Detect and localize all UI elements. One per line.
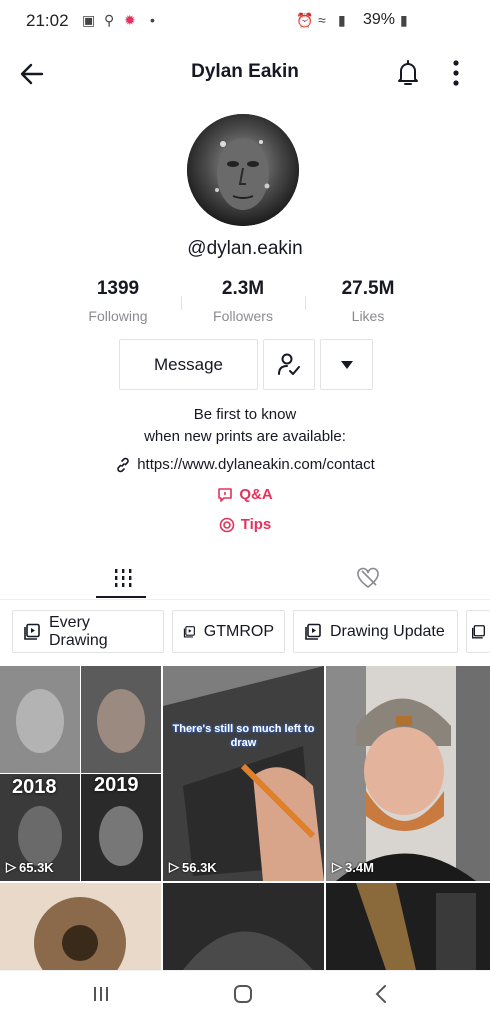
playlist-icon xyxy=(183,625,195,638)
location-icon: ⚲ xyxy=(104,12,115,28)
video-thumbnail[interactable]: There's still so much left to draw ▷ 56.3… xyxy=(163,666,324,881)
bio-line: Be first to know xyxy=(193,406,297,423)
suggested-accounts-button[interactable] xyxy=(320,339,373,390)
signal-icon: ▮ xyxy=(338,12,346,28)
active-tab-indicator xyxy=(96,596,146,598)
alarm-icon: ⏰ xyxy=(296,12,314,28)
followers-stat[interactable]: 2.3M Followers xyxy=(173,278,313,324)
view-count: ▷ 56.3K xyxy=(169,859,217,875)
playlist-chip[interactable] xyxy=(466,610,490,653)
play-icon: ▷ xyxy=(169,859,179,874)
following-stat[interactable]: 1399 Following xyxy=(48,278,188,324)
video-caption-overlay: There's still so much left to draw xyxy=(172,723,315,749)
tab-videos[interactable] xyxy=(0,556,245,600)
profile-handle: @dylan.eakin xyxy=(187,238,303,259)
year-label: 2019 xyxy=(94,774,139,796)
dot-icon: • xyxy=(150,12,155,28)
chevron-left-icon xyxy=(375,985,386,1003)
hidden-heart-icon xyxy=(356,567,379,589)
bio-link-text: https://www.dylaneakin.com/contact xyxy=(137,456,375,473)
avatar-image xyxy=(187,114,299,226)
video-thumbnail-image xyxy=(326,883,490,970)
user-check-icon xyxy=(278,353,300,375)
link-icon xyxy=(117,457,129,472)
avatar[interactable] xyxy=(187,114,299,226)
playlist-icon xyxy=(24,623,40,640)
playlist-icon xyxy=(305,623,321,640)
video-thumbnail[interactable] xyxy=(163,883,324,970)
followers-count: 2.3M xyxy=(221,278,265,299)
home-icon xyxy=(234,985,252,1003)
gallery-icon: ▣ xyxy=(82,12,96,28)
video-thumbnail[interactable]: 2018 2019 ▷ 65.3K xyxy=(0,666,161,881)
battery-level: 39% xyxy=(363,11,396,28)
status-time: 21:02 xyxy=(26,11,69,30)
qa-label: Q&A xyxy=(239,486,273,503)
notification-bell-button[interactable] xyxy=(394,58,422,90)
tips-label: Tips xyxy=(240,516,272,533)
system-navigation-bar xyxy=(0,970,490,1017)
home-button[interactable] xyxy=(228,979,258,1009)
following-count: 1399 xyxy=(96,278,140,299)
playlist-chip[interactable]: Drawing Update xyxy=(293,610,458,653)
following-status-button[interactable] xyxy=(263,339,315,390)
wifi-icon: ≈ xyxy=(318,12,326,28)
message-button[interactable]: Message xyxy=(119,339,258,390)
view-count: ▷ 65.3K xyxy=(6,859,54,875)
video-thumbnail-image xyxy=(163,666,324,881)
bell-icon xyxy=(398,60,418,85)
video-thumbnail-image xyxy=(163,883,324,970)
status-bar: 21:02 ▣ ⚲ ✹ • ⏰ ≈ ▮ 39% ▮ xyxy=(0,0,490,44)
video-thumbnail-image xyxy=(326,666,490,881)
qa-icon xyxy=(218,487,233,502)
bio-link[interactable]: https://www.dylaneakin.com/contact xyxy=(0,456,490,473)
caret-down-icon xyxy=(340,360,353,369)
qa-link[interactable]: Q&A xyxy=(0,486,490,503)
grid-icon xyxy=(114,569,131,587)
likes-count: 27.5M xyxy=(341,278,395,299)
bio-line: when new prints are available: xyxy=(144,428,346,445)
tips-icon xyxy=(219,517,235,532)
year-label: 2018 xyxy=(12,776,57,798)
more-options-button[interactable] xyxy=(446,58,466,90)
tab-divider xyxy=(0,599,490,600)
playlist-chip-label: Drawing Update xyxy=(330,622,445,640)
recent-apps-button[interactable] xyxy=(86,979,116,1009)
system-back-button[interactable] xyxy=(366,979,396,1009)
following-label: Following xyxy=(88,308,148,324)
play-icon: ▷ xyxy=(6,859,16,874)
playlist-icon xyxy=(472,624,485,638)
tips-link[interactable]: Tips xyxy=(0,516,490,533)
tab-liked[interactable] xyxy=(245,556,490,600)
vertical-dots-icon xyxy=(453,60,459,86)
video-thumbnail[interactable]: ▷ 3.4M xyxy=(326,666,490,881)
playlist-chip[interactable]: Every Drawing xyxy=(12,610,164,653)
playlist-chip-label: Every Drawing xyxy=(49,613,108,649)
video-thumbnail-image xyxy=(0,883,161,970)
followers-label: Followers xyxy=(213,308,273,324)
likes-label: Likes xyxy=(351,308,385,324)
play-icon: ▷ xyxy=(332,859,342,874)
video-thumbnail[interactable] xyxy=(326,883,490,970)
playlist-chip-label: GTMROP xyxy=(203,622,274,640)
view-count: ▷ 3.4M xyxy=(332,859,374,875)
battery-icon: ▮ xyxy=(400,12,408,28)
playlist-chip[interactable]: GTMROP xyxy=(172,610,285,653)
notification-icon: ✹ xyxy=(124,12,136,28)
video-thumbnail[interactable] xyxy=(0,883,161,970)
recent-apps-icon xyxy=(94,987,108,1001)
likes-stat[interactable]: 27.5M Likes xyxy=(298,278,438,324)
